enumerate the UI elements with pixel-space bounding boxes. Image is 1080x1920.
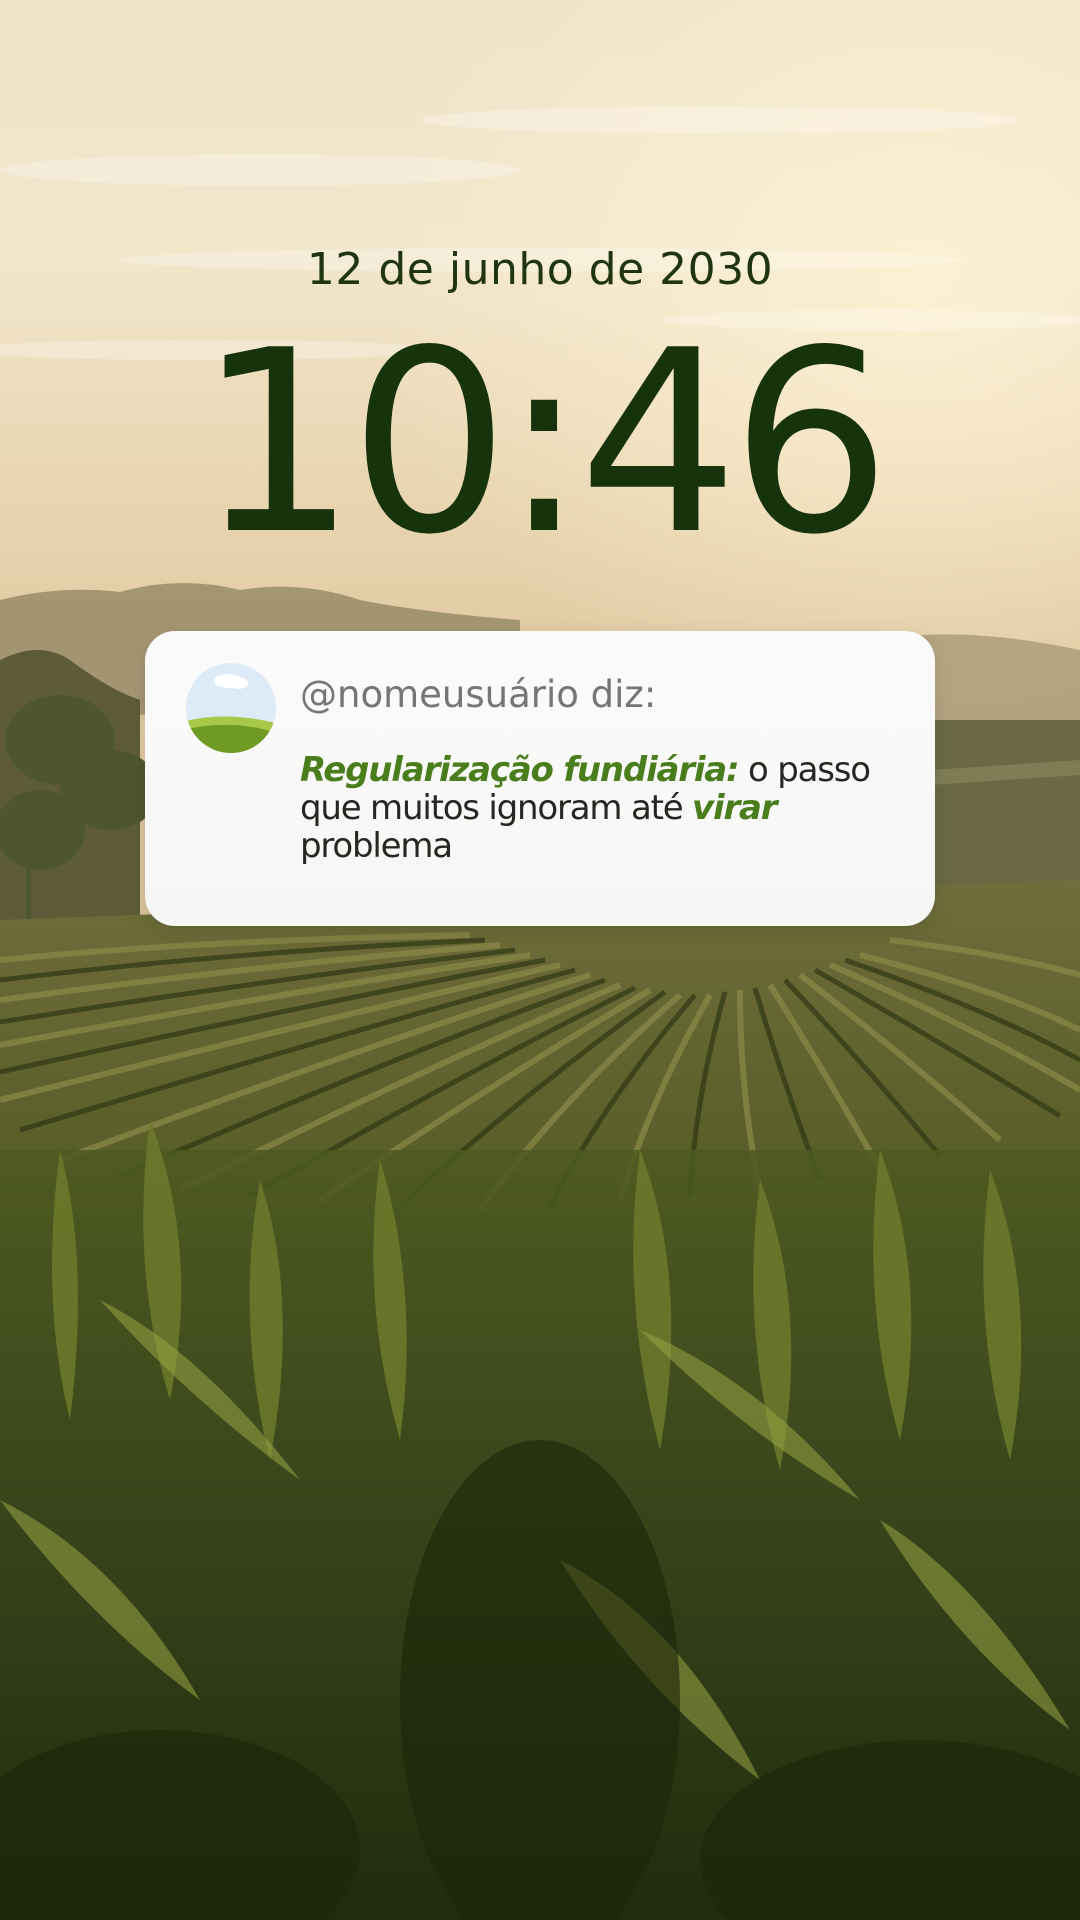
lock-screen-date: 12 de junho de 2030 (306, 244, 774, 295)
message-highlight-topic: Regularização fundiária: (300, 750, 740, 790)
message-text-end: problema (300, 826, 453, 866)
landscape-avatar-icon (186, 663, 276, 753)
notification-card[interactable]: @nomeusuário diz: Regularização fundiári… (145, 631, 935, 926)
lock-screen-clock: 10:46 (196, 297, 891, 590)
message-highlight-word: virar (692, 788, 778, 828)
notification-message: Regularização fundiária: o passo que mui… (300, 751, 900, 865)
notification-sender: @nomeusuário diz: (300, 673, 657, 716)
